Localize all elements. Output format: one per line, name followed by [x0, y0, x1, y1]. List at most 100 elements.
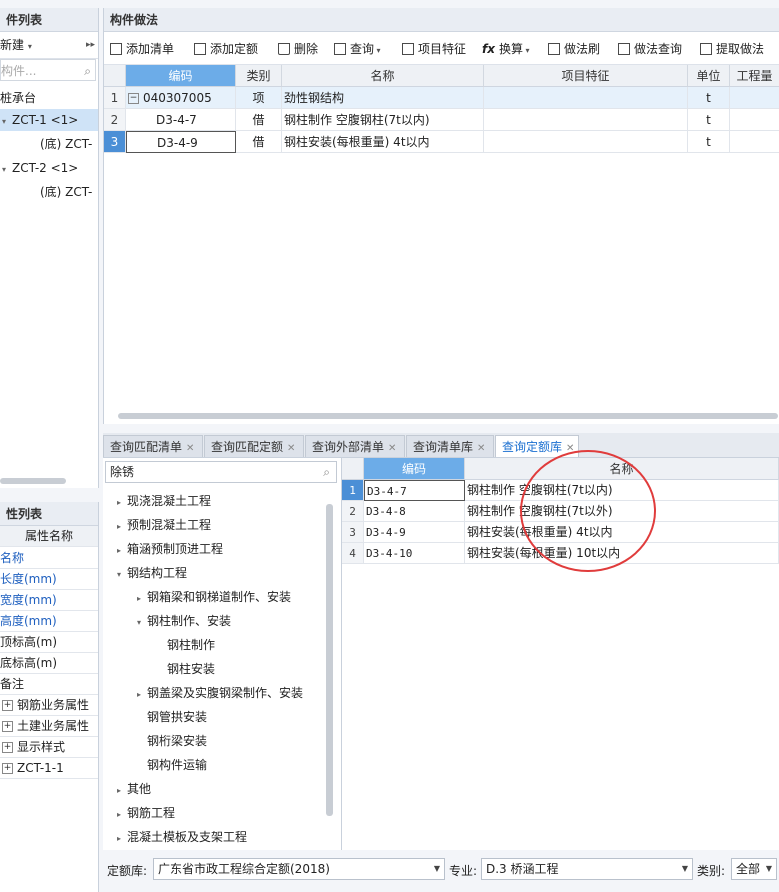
method-query-button[interactable]: 做法查询	[618, 40, 682, 58]
table-cell-quantity[interactable]	[730, 87, 779, 109]
table-cell-code[interactable]: D3-4-10	[364, 543, 465, 564]
chevron-down-icon[interactable]: ▾	[2, 111, 12, 133]
expand-icon[interactable]: +	[2, 763, 13, 774]
component-search-input[interactable]: 构件... ⌕	[0, 59, 96, 81]
table-cell-code[interactable]: D3-4-9	[364, 522, 465, 543]
tree-item[interactable]: 钢柱制作	[167, 633, 215, 657]
close-icon[interactable]: ✕	[388, 443, 396, 454]
tree-item[interactable]: ▾ 钢柱制作、安装	[137, 609, 231, 633]
table-cell-type[interactable]: 借	[236, 131, 282, 153]
quota-library-select[interactable]: 广东省市政工程综合定额(2018) ▼	[153, 858, 445, 880]
tab-bill-library[interactable]: 查询清单库 ✕	[406, 435, 494, 457]
tree-item[interactable]: ▸ 箱涵预制顶进工程	[117, 537, 223, 561]
category-select[interactable]: 全部 ▼	[731, 858, 777, 880]
property-row[interactable]: 名称	[0, 548, 98, 569]
row-number[interactable]: 1	[104, 87, 126, 109]
table-cell-feature[interactable]	[484, 131, 688, 153]
table-cell-code[interactable]: D3-4-8	[364, 501, 465, 522]
table-cell-quantity[interactable]	[730, 109, 779, 131]
new-component-button[interactable]: 新建 ▾ ▸▸	[0, 32, 98, 59]
column-header-feature[interactable]: 项目特征	[484, 65, 688, 87]
tab-external-bill[interactable]: 查询外部清单 ✕	[305, 435, 405, 457]
delete-button[interactable]: 删除	[278, 40, 318, 58]
expand-icon[interactable]: +	[2, 721, 13, 732]
query-button[interactable]: 查询 ▾	[334, 40, 381, 58]
tree-item[interactable]: ▸ 混凝土模板及支架工程	[117, 825, 247, 849]
property-row[interactable]: 长度(mm)	[0, 569, 98, 590]
table-cell-unit[interactable]: t	[688, 131, 730, 153]
chevron-down-icon[interactable]: ▾	[117, 563, 127, 587]
major-select[interactable]: D.3 桥涵工程 ▼	[481, 858, 693, 880]
property-group-civil[interactable]: + 土建业务属性	[0, 716, 98, 737]
tab-match-bill[interactable]: 查询匹配清单 ✕	[103, 435, 203, 457]
table-cell-unit[interactable]: t	[688, 87, 730, 109]
tree-item[interactable]: ▸ 钢盖梁及实腹钢梁制作、安装	[137, 681, 303, 705]
column-header-name[interactable]: 名称	[465, 458, 779, 480]
property-group-rebar[interactable]: + 钢筋业务属性	[0, 695, 98, 716]
column-header-code[interactable]: 编码	[364, 458, 465, 480]
extract-method-button[interactable]: 提取做法	[700, 40, 764, 58]
tree-item[interactable]: ▸ 预制混凝土工程	[117, 513, 211, 537]
more-icon[interactable]: ▸▸	[86, 32, 95, 58]
chevron-right-icon[interactable]: ▸	[117, 803, 127, 827]
add-quota-button[interactable]: 添加定额	[194, 40, 258, 58]
horizontal-scrollbar[interactable]	[0, 478, 66, 484]
row-number[interactable]: 1	[342, 480, 364, 501]
search-icon[interactable]: ⌕	[323, 462, 330, 482]
table-cell-name[interactable]: 钢柱安装(每根重量) 4t以内	[282, 131, 484, 153]
tree-item[interactable]: 钢柱安装	[167, 657, 215, 681]
tab-match-quota[interactable]: 查询匹配定额 ✕	[204, 435, 304, 457]
tree-item[interactable]: ▾ 钢结构工程	[117, 561, 187, 585]
column-header-unit[interactable]: 单位	[688, 65, 730, 87]
tree-item[interactable]: ▸ 钢箱梁和钢梯道制作、安装	[137, 585, 291, 609]
property-row[interactable]: 底标高(m)	[0, 653, 98, 674]
tree-item-zct-2-bottom[interactable]: (底) ZCT-	[40, 181, 92, 203]
property-row[interactable]: 宽度(mm)	[0, 590, 98, 611]
chevron-right-icon[interactable]: ▸	[117, 539, 127, 563]
tree-item[interactable]: ▸ 其他	[117, 777, 151, 801]
tree-item[interactable]: 钢构件运输	[147, 753, 207, 777]
property-row[interactable]: 顶标高(m)	[0, 632, 98, 653]
quota-search-input[interactable]: 除锈 ⌕	[105, 461, 337, 483]
close-icon[interactable]: ✕	[287, 443, 295, 454]
table-cell-name[interactable]: 钢柱安装(每根重量) 10t以内	[465, 543, 779, 564]
table-cell-name[interactable]: 钢柱制作 空腹钢柱(7t以内)	[465, 480, 779, 501]
chevron-right-icon[interactable]: ▸	[137, 587, 147, 611]
close-icon[interactable]: ✕	[477, 443, 485, 454]
method-brush-button[interactable]: 做法刷	[548, 40, 600, 58]
table-cell-feature[interactable]	[484, 109, 688, 131]
table-cell-name[interactable]: 钢柱制作 空腹钢柱(7t以外)	[465, 501, 779, 522]
table-cell-code[interactable]: D3-4-7	[364, 480, 465, 501]
chevron-right-icon[interactable]: ▸	[117, 515, 127, 539]
table-cell-name[interactable]: 劲性钢结构	[282, 87, 484, 109]
column-header-code[interactable]: 编码	[126, 65, 236, 87]
tree-item-zct-1[interactable]: ▾ ZCT-1 <1>	[0, 109, 98, 131]
item-feature-button[interactable]: 项目特征	[402, 40, 466, 58]
chevron-down-icon[interactable]: ▾	[137, 611, 147, 635]
tree-item[interactable]: 钢管拱安装	[147, 705, 207, 729]
table-cell-quantity[interactable]	[730, 131, 779, 153]
table-cell-unit[interactable]: t	[688, 109, 730, 131]
table-cell-name[interactable]: 钢柱制作 空腹钢柱(7t以内)	[282, 109, 484, 131]
chevron-right-icon[interactable]: ▸	[117, 779, 127, 803]
column-header-quantity[interactable]: 工程量	[730, 65, 779, 87]
property-group-zct-1-1[interactable]: + ZCT-1-1	[0, 758, 98, 779]
row-number[interactable]: 3	[342, 522, 364, 543]
close-icon[interactable]: ✕	[186, 443, 194, 454]
expand-icon[interactable]: +	[2, 700, 13, 711]
property-row[interactable]: 高度(mm)	[0, 611, 98, 632]
column-header-type[interactable]: 类别	[236, 65, 282, 87]
add-bill-button[interactable]: 添加清单	[110, 40, 174, 58]
table-cell-code[interactable]: D3-4-9	[126, 131, 236, 153]
column-header-name[interactable]: 名称	[282, 65, 484, 87]
chevron-down-icon[interactable]: ▾	[2, 159, 12, 181]
chevron-right-icon[interactable]: ▸	[137, 683, 147, 707]
row-number[interactable]: 2	[104, 109, 126, 131]
tree-item[interactable]: ▸ 现浇混凝土工程	[117, 489, 211, 513]
vertical-scrollbar[interactable]	[326, 504, 333, 816]
table-cell-type[interactable]: 借	[236, 109, 282, 131]
table-cell-name[interactable]: 钢柱安装(每根重量) 4t以内	[465, 522, 779, 543]
table-cell-type[interactable]: 项	[236, 87, 282, 109]
row-number[interactable]: 2	[342, 501, 364, 522]
property-row[interactable]: 备注	[0, 674, 98, 695]
